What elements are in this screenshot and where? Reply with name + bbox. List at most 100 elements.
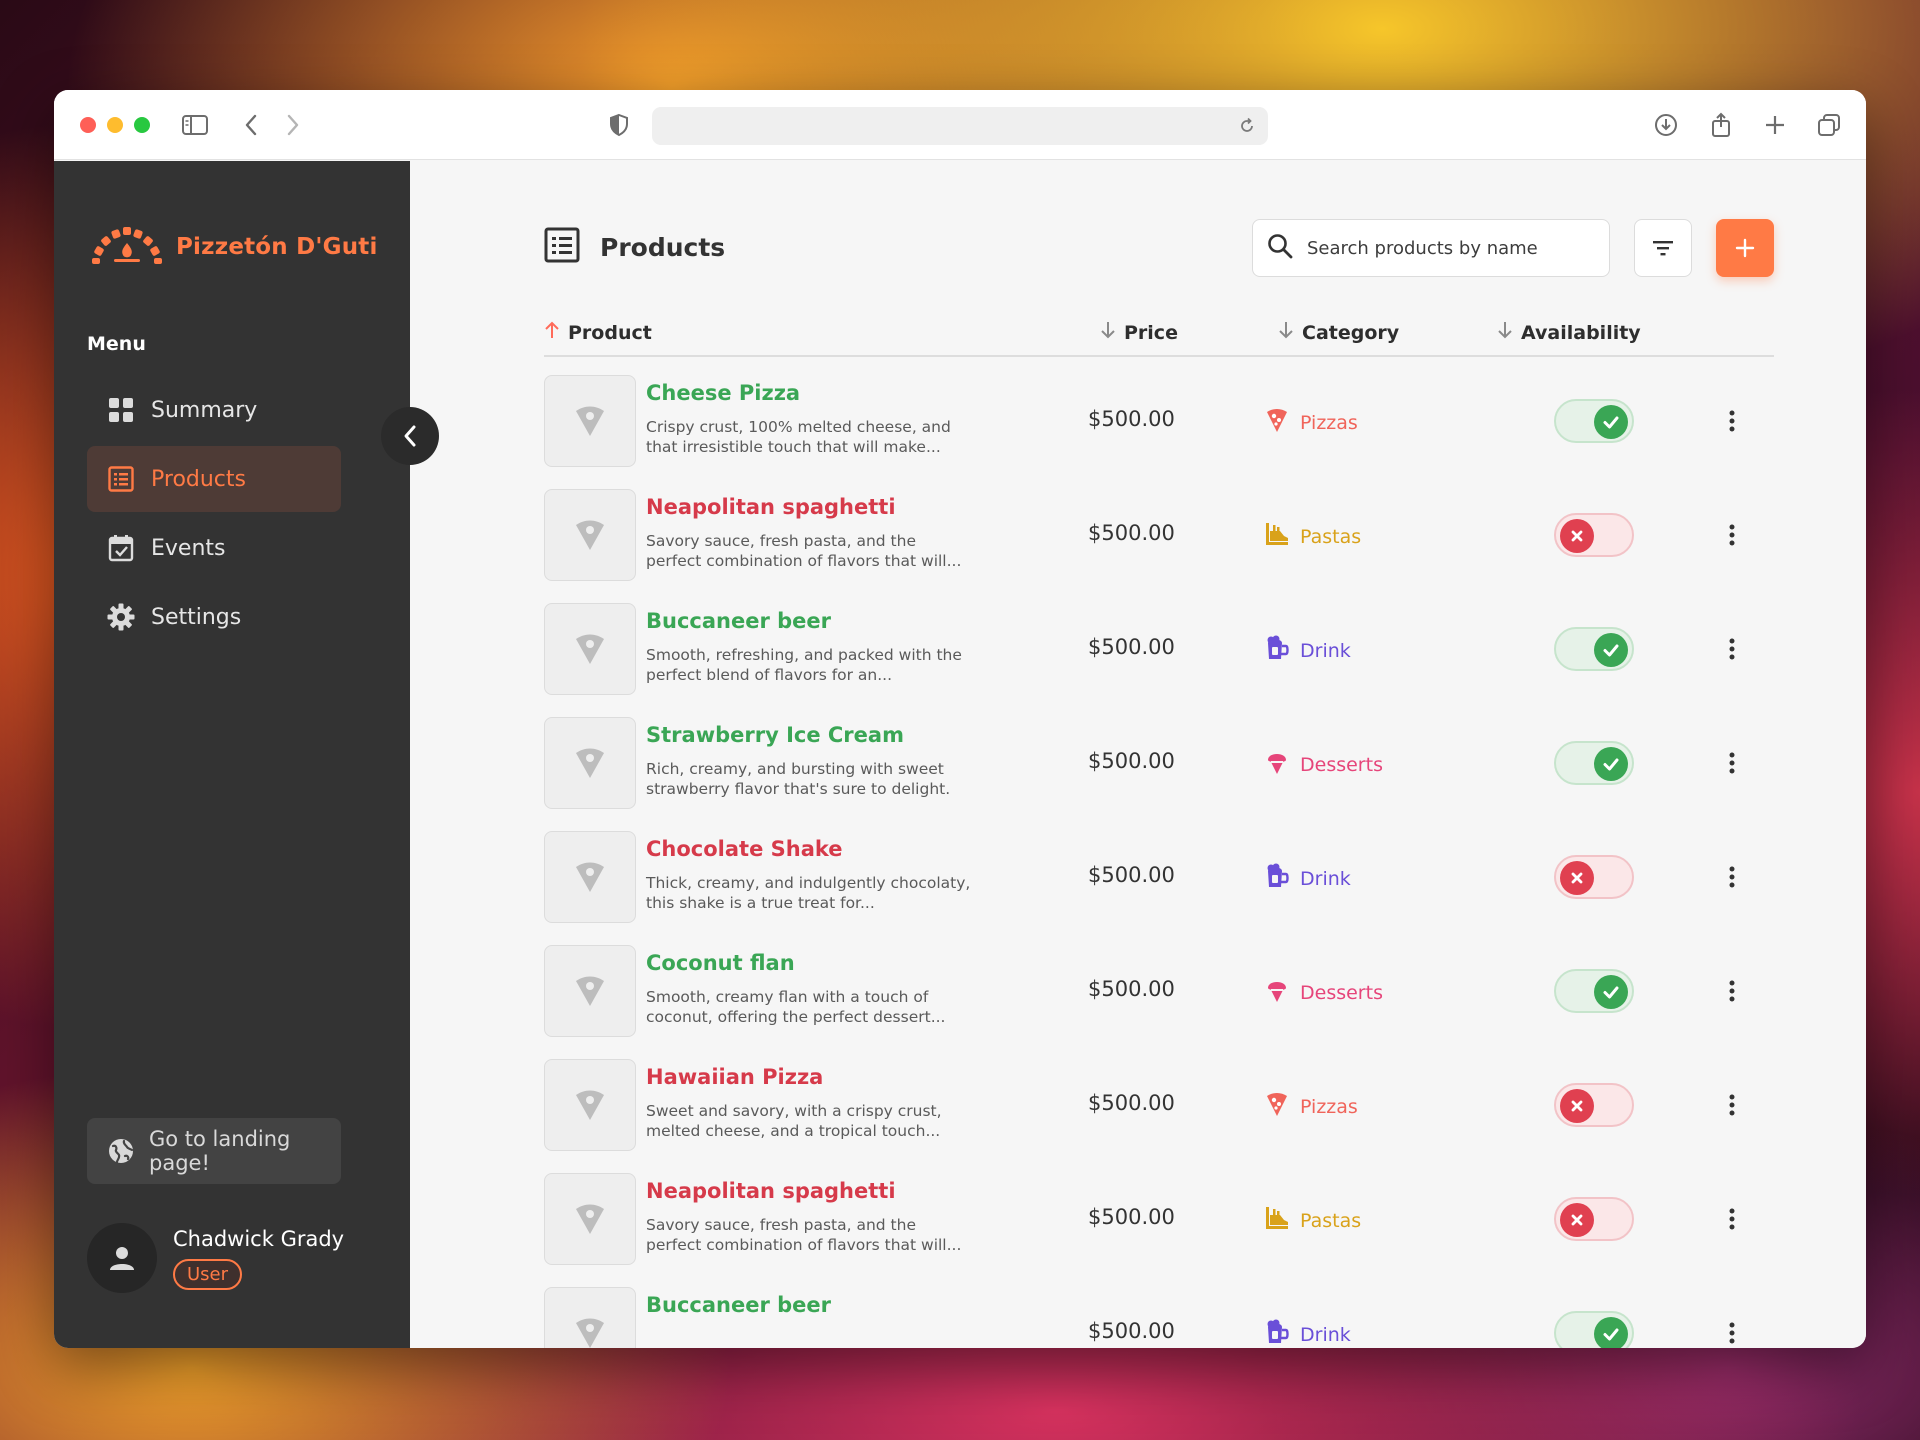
availability-toggle[interactable] bbox=[1554, 855, 1634, 899]
desserts-category-icon bbox=[1264, 977, 1290, 1008]
sidebar-item-settings[interactable]: Settings bbox=[87, 584, 341, 650]
product-name[interactable]: Hawaiian Pizza bbox=[646, 1065, 823, 1089]
category-tag: Pastas bbox=[1264, 521, 1361, 552]
table-row[interactable]: Strawberry Ice Cream Rich, creamy, and bu… bbox=[544, 717, 1774, 831]
column-label: Availability bbox=[1521, 321, 1641, 344]
product-name[interactable]: Cheese Pizza bbox=[646, 381, 800, 405]
product-description: Crispy crust, 100% melted cheese, and th… bbox=[646, 418, 951, 456]
x-icon bbox=[1571, 1214, 1583, 1226]
drink-category-icon bbox=[1264, 863, 1290, 894]
product-name[interactable]: Buccaneer beer bbox=[646, 609, 831, 633]
sidebar-toggle-icon[interactable] bbox=[180, 110, 210, 140]
table-row[interactable]: Hawaiian Pizza Sweet and savory, with a c… bbox=[544, 1059, 1774, 1173]
tab-overview-icon[interactable] bbox=[1814, 110, 1844, 140]
row-actions-button[interactable] bbox=[1714, 1201, 1750, 1237]
collapse-sidebar-button[interactable] bbox=[381, 407, 439, 465]
new-tab-icon[interactable] bbox=[1760, 110, 1790, 140]
forward-icon[interactable] bbox=[278, 110, 308, 140]
row-actions-button[interactable] bbox=[1714, 745, 1750, 781]
product-thumbnail[interactable] bbox=[544, 1173, 636, 1265]
privacy-shield-icon[interactable] bbox=[604, 110, 634, 140]
drink-category-icon bbox=[1264, 635, 1290, 666]
product-thumbnail[interactable] bbox=[544, 489, 636, 581]
product-thumbnail[interactable] bbox=[544, 1059, 636, 1151]
row-actions-button[interactable] bbox=[1714, 517, 1750, 553]
pizza-slice-placeholder-icon bbox=[576, 862, 604, 892]
row-actions-button[interactable] bbox=[1714, 631, 1750, 667]
column-header-product[interactable]: Product bbox=[544, 321, 652, 344]
landing-label: Go to landing page! bbox=[149, 1127, 291, 1175]
list-icon bbox=[107, 465, 135, 493]
sidebar-item-events[interactable]: Events bbox=[87, 515, 341, 581]
product-name[interactable]: Strawberry Ice Cream bbox=[646, 723, 904, 747]
table-row[interactable]: Coconut flan Smooth, creamy flan with a t… bbox=[544, 945, 1774, 1059]
row-actions-button[interactable] bbox=[1714, 1315, 1750, 1348]
toggle-knob bbox=[1594, 633, 1628, 667]
table-row[interactable]: Neapolitan spaghetti Savory sauce, fresh … bbox=[544, 1173, 1774, 1287]
search-box[interactable] bbox=[1252, 219, 1610, 277]
reload-icon[interactable] bbox=[1232, 111, 1262, 141]
row-actions-button[interactable] bbox=[1714, 973, 1750, 1009]
filter-button[interactable] bbox=[1634, 219, 1692, 277]
product-name[interactable]: Coconut flan bbox=[646, 951, 795, 975]
sidebar-item-summary[interactable]: Summary bbox=[87, 377, 341, 443]
availability-toggle[interactable] bbox=[1554, 1197, 1634, 1241]
browser-toolbar bbox=[54, 90, 1866, 160]
category-tag: Pizzas bbox=[1264, 407, 1358, 438]
close-window-button[interactable] bbox=[80, 117, 96, 133]
availability-toggle[interactable] bbox=[1554, 627, 1634, 671]
product-name[interactable]: Neapolitan spaghetti bbox=[646, 495, 896, 519]
product-thumbnail[interactable] bbox=[544, 375, 636, 467]
pizza-slice-placeholder-icon bbox=[576, 406, 604, 436]
product-thumbnail[interactable] bbox=[544, 831, 636, 923]
pizza-oven-logo-icon bbox=[90, 225, 164, 269]
table-row[interactable]: Buccaneer beer Smooth, refreshing, and pa… bbox=[544, 603, 1774, 717]
row-actions-button[interactable] bbox=[1714, 403, 1750, 439]
download-icon[interactable] bbox=[1651, 110, 1681, 140]
address-bar[interactable] bbox=[652, 107, 1268, 145]
brand[interactable]: Pizzetón D'Guti bbox=[90, 225, 378, 269]
availability-toggle[interactable] bbox=[1554, 399, 1634, 443]
category-tag: Pizzas bbox=[1264, 1091, 1358, 1122]
column-header-price[interactable]: Price bbox=[1100, 321, 1178, 344]
product-thumbnail[interactable] bbox=[544, 717, 636, 809]
availability-toggle[interactable] bbox=[1554, 513, 1634, 557]
product-thumbnail[interactable] bbox=[544, 1287, 636, 1348]
share-icon[interactable] bbox=[1706, 110, 1736, 140]
product-name[interactable]: Chocolate Shake bbox=[646, 837, 843, 861]
availability-toggle[interactable] bbox=[1554, 741, 1634, 785]
back-icon[interactable] bbox=[236, 110, 266, 140]
sidebar-item-label: Settings bbox=[151, 604, 242, 630]
search-input[interactable] bbox=[1307, 237, 1577, 259]
availability-toggle[interactable] bbox=[1554, 969, 1634, 1013]
sidebar-item-products[interactable]: Products bbox=[87, 446, 341, 512]
table-row[interactable]: Buccaneer beer $500.00 Drink bbox=[544, 1287, 1774, 1348]
go-to-landing-button[interactable]: Go to landing page! bbox=[87, 1118, 341, 1184]
add-product-button[interactable] bbox=[1716, 219, 1774, 277]
availability-toggle[interactable] bbox=[1554, 1083, 1634, 1127]
plus-icon bbox=[1735, 238, 1755, 258]
product-price: $500.00 bbox=[1088, 1205, 1175, 1229]
row-actions-button[interactable] bbox=[1714, 1087, 1750, 1123]
row-actions-button[interactable] bbox=[1714, 859, 1750, 895]
table-row[interactable]: Cheese Pizza Crispy crust, 100% melted ch… bbox=[544, 375, 1774, 489]
product-price: $500.00 bbox=[1088, 977, 1175, 1001]
table-row[interactable]: Chocolate Shake Thick, creamy, and indulg… bbox=[544, 831, 1774, 945]
category-tag: Desserts bbox=[1264, 977, 1383, 1008]
person-icon bbox=[110, 1247, 134, 1270]
page-header: Products bbox=[544, 227, 725, 267]
product-price: $500.00 bbox=[1088, 635, 1175, 659]
column-header-availability[interactable]: Availability bbox=[1497, 321, 1641, 344]
product-thumbnail[interactable] bbox=[544, 945, 636, 1037]
maximize-window-button[interactable] bbox=[134, 117, 150, 133]
table-row[interactable]: Neapolitan spaghetti Savory sauce, fresh … bbox=[544, 489, 1774, 603]
minimize-window-button[interactable] bbox=[107, 117, 123, 133]
product-name[interactable]: Buccaneer beer bbox=[646, 1293, 831, 1317]
user-profile[interactable]: Chadwick Grady User bbox=[87, 1223, 344, 1293]
column-header-category[interactable]: Category bbox=[1278, 321, 1399, 344]
product-price: $500.00 bbox=[1088, 749, 1175, 773]
pizza-slice-placeholder-icon bbox=[576, 1318, 604, 1348]
product-name[interactable]: Neapolitan spaghetti bbox=[646, 1179, 896, 1203]
product-thumbnail[interactable] bbox=[544, 603, 636, 695]
availability-toggle[interactable] bbox=[1554, 1311, 1634, 1348]
